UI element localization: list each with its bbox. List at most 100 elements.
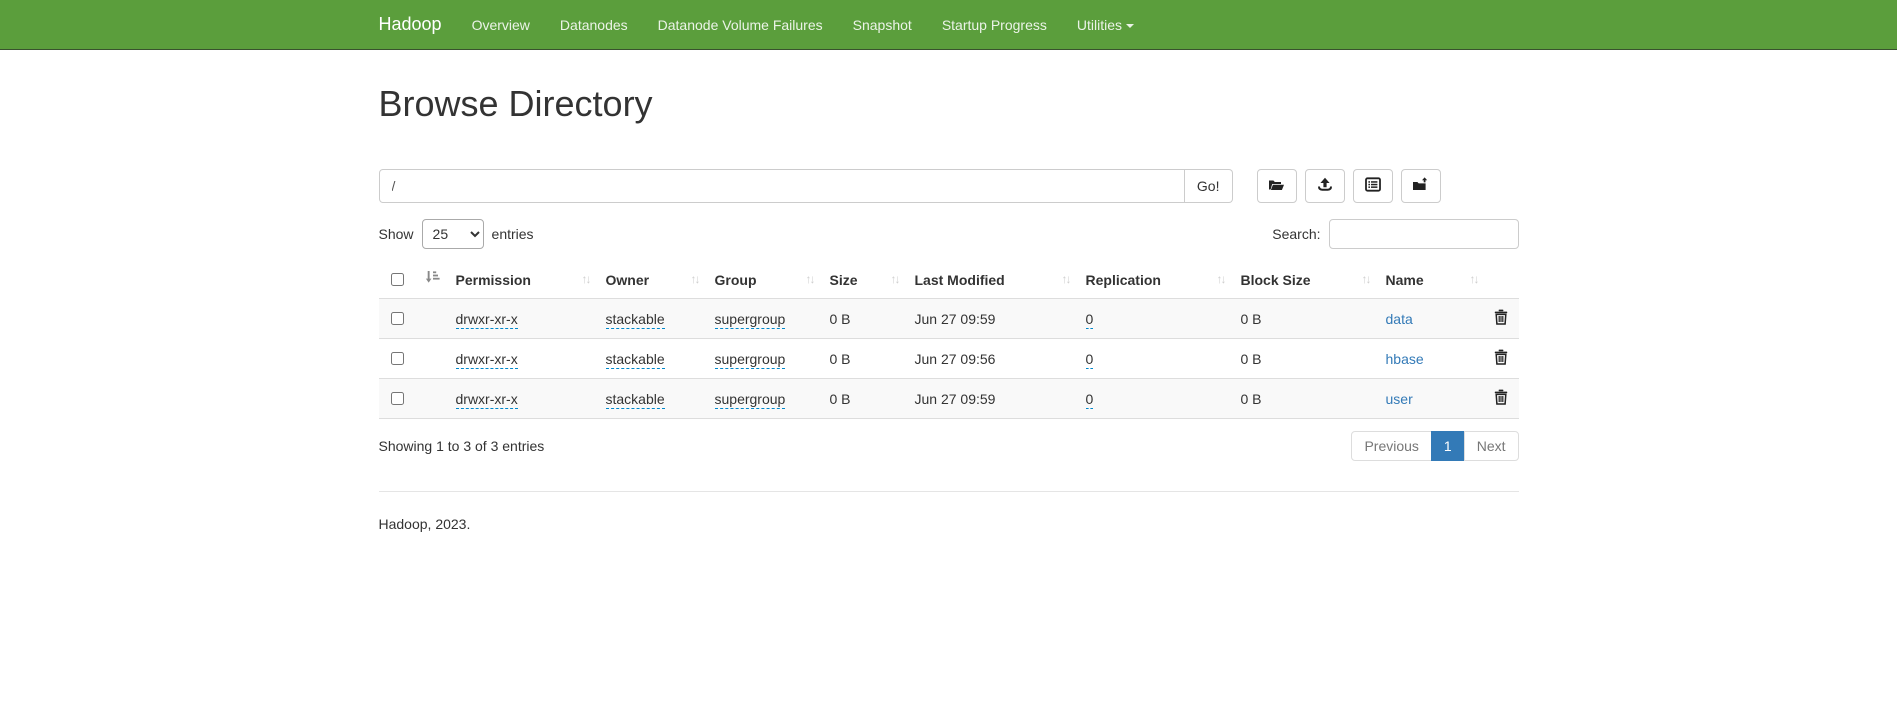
create-directory-button[interactable]: [1257, 169, 1297, 203]
table-row: drwxr-xr-x stackable supergroup 0 B Jun …: [379, 299, 1519, 339]
page-size-select[interactable]: 25: [422, 219, 484, 249]
sorted-descending-icon: [425, 270, 440, 287]
next-page-button[interactable]: Next: [1464, 431, 1519, 461]
owner-editable[interactable]: stackable: [606, 351, 665, 369]
size-cell: 0 B: [822, 339, 907, 379]
sort-toggle-icon: [881, 272, 899, 286]
block-size-cell: 0 B: [1233, 339, 1378, 379]
chevron-down-icon: [1126, 24, 1134, 28]
column-header[interactable]: Permission: [448, 261, 598, 299]
last-modified-cell: Jun 27 09:59: [907, 299, 1078, 339]
replication-cell: 0: [1078, 339, 1233, 379]
sort-toggle-icon: [1052, 272, 1070, 286]
site-footer-text: Hadoop, 2023.: [379, 516, 1519, 532]
nav-link[interactable]: Snapshot: [838, 2, 927, 48]
directory-link[interactable]: hbase: [1386, 351, 1424, 367]
last-modified-cell: Jun 27 09:59: [907, 379, 1078, 419]
directory-link[interactable]: user: [1386, 391, 1413, 407]
show-label: Show: [379, 226, 414, 242]
select-all-checkbox[interactable]: [391, 273, 404, 286]
table-row: drwxr-xr-x stackable supergroup 0 B Jun …: [379, 339, 1519, 379]
owner-editable[interactable]: stackable: [606, 391, 665, 409]
nav-link[interactable]: Startup Progress: [927, 2, 1062, 48]
column-header[interactable]: Replication: [1078, 261, 1233, 299]
cut-paste-button[interactable]: [1353, 169, 1393, 203]
column-header[interactable]: Size: [822, 261, 907, 299]
trash-icon: [1494, 353, 1508, 368]
permission-editable[interactable]: drwxr-xr-x: [456, 311, 518, 329]
move-to-button[interactable]: [1401, 169, 1441, 203]
replication-editable[interactable]: 0: [1086, 391, 1094, 409]
sort-toggle-icon: [1207, 272, 1225, 286]
size-cell: 0 B: [822, 379, 907, 419]
nav-link[interactable]: Datanodes: [545, 2, 643, 48]
delete-button[interactable]: [1494, 389, 1508, 405]
nav-item: Startup Progress: [927, 2, 1062, 48]
list-alt-icon: [1365, 177, 1381, 195]
row-checkbox[interactable]: [391, 312, 404, 325]
select-all-header[interactable]: [379, 261, 448, 299]
go-button[interactable]: Go!: [1185, 169, 1233, 203]
nav-link[interactable]: Datanode Volume Failures: [643, 2, 838, 48]
column-header[interactable]: Name: [1378, 261, 1486, 299]
owner-cell: stackable: [598, 379, 707, 419]
delete-button[interactable]: [1494, 309, 1508, 325]
last-modified-cell: Jun 27 09:56: [907, 339, 1078, 379]
owner-editable[interactable]: stackable: [606, 311, 665, 329]
table-controls: Show 25 entries Search:: [379, 219, 1519, 249]
replication-editable[interactable]: 0: [1086, 311, 1094, 329]
permission-editable[interactable]: drwxr-xr-x: [456, 351, 518, 369]
size-cell: 0 B: [822, 299, 907, 339]
group-cell: supergroup: [707, 339, 822, 379]
actions-cell: [1486, 299, 1519, 339]
page-1-button[interactable]: 1: [1431, 431, 1465, 461]
utilities-dropdown[interactable]: Utilities: [1062, 2, 1149, 48]
group-editable[interactable]: supergroup: [715, 351, 786, 369]
block-size-cell: 0 B: [1233, 379, 1378, 419]
directory-path-input[interactable]: [379, 169, 1185, 203]
upload-files-button[interactable]: [1305, 169, 1345, 203]
sort-toggle-icon: [681, 272, 699, 286]
owner-cell: stackable: [598, 299, 707, 339]
table-header-row: Permission Owner Group Size Last Modifie…: [379, 261, 1519, 299]
directory-link[interactable]: data: [1386, 311, 1413, 327]
folder-open-icon: [1268, 178, 1285, 195]
top-navbar: Hadoop Overview Datanodes Datanode Volum…: [0, 0, 1897, 50]
actions-cell: [1486, 339, 1519, 379]
group-editable[interactable]: supergroup: [715, 391, 786, 409]
pagination: Previous 1 Next: [1351, 431, 1518, 461]
sort-toggle-icon: [1352, 272, 1370, 286]
actions-cell: [1486, 379, 1519, 419]
table-body: drwxr-xr-x stackable supergroup 0 B Jun …: [379, 299, 1519, 419]
column-header[interactable]: Block Size: [1233, 261, 1378, 299]
row-checkbox[interactable]: [391, 392, 404, 405]
group-editable[interactable]: supergroup: [715, 311, 786, 329]
footer-divider: [379, 491, 1519, 492]
folder-move-icon: [1412, 177, 1429, 195]
permission-editable[interactable]: drwxr-xr-x: [456, 391, 518, 409]
replication-cell: 0: [1078, 299, 1233, 339]
nav-item: Datanodes: [545, 2, 643, 48]
nav-item: Snapshot: [838, 2, 927, 48]
page-title: Browse Directory: [379, 83, 1519, 125]
block-size-cell: 0 B: [1233, 299, 1378, 339]
nav-link[interactable]: Overview: [457, 2, 545, 48]
column-header[interactable]: Last Modified: [907, 261, 1078, 299]
column-header[interactable]: Group: [707, 261, 822, 299]
sort-toggle-icon: [796, 272, 814, 286]
row-checkbox[interactable]: [391, 352, 404, 365]
previous-page-button[interactable]: Previous: [1351, 431, 1431, 461]
entries-info: Showing 1 to 3 of 3 entries: [379, 438, 545, 454]
search-input[interactable]: [1329, 219, 1519, 249]
nav-item: Datanode Volume Failures: [643, 2, 838, 48]
brand-hadoop[interactable]: Hadoop: [379, 0, 457, 50]
replication-editable[interactable]: 0: [1086, 351, 1094, 369]
column-header[interactable]: Owner: [598, 261, 707, 299]
nav-item: Overview: [457, 2, 545, 48]
name-cell: hbase: [1378, 339, 1486, 379]
search-label: Search:: [1272, 226, 1320, 242]
nav-menu: Overview Datanodes Datanode Volume Failu…: [457, 2, 1062, 48]
permission-cell: drwxr-xr-x: [448, 339, 598, 379]
delete-button[interactable]: [1494, 349, 1508, 365]
upload-icon: [1317, 177, 1333, 195]
